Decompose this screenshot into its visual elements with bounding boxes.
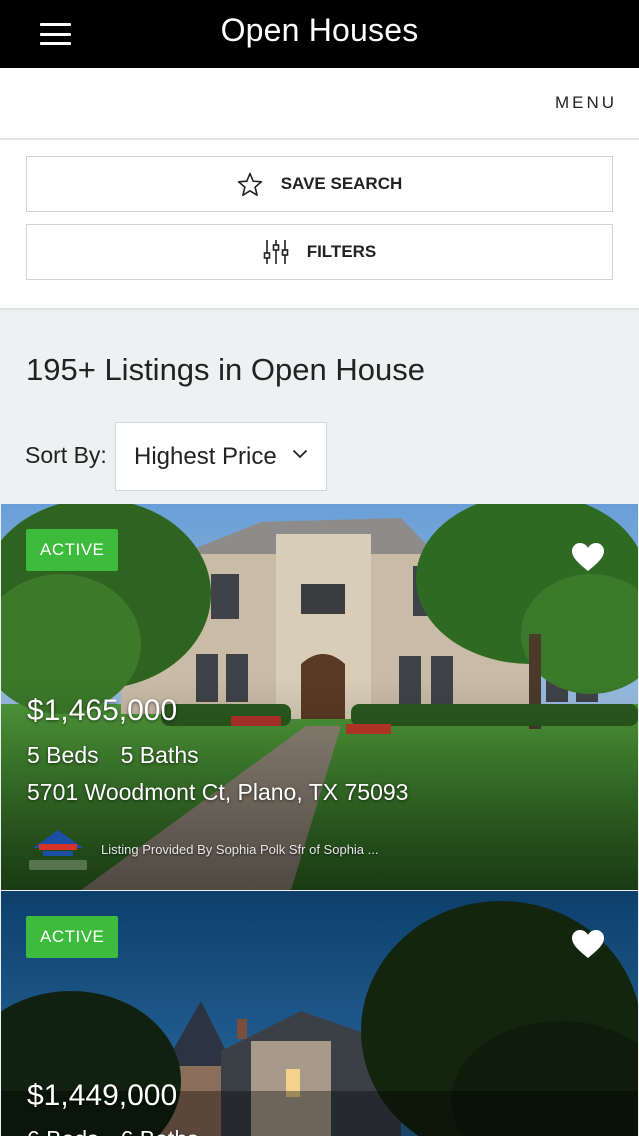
star-icon xyxy=(237,172,262,196)
sort-dropdown[interactable]: Highest Price xyxy=(115,422,327,491)
heart-icon[interactable] xyxy=(571,542,605,572)
chevron-down-icon xyxy=(292,449,308,459)
listing-provider: Listing Provided By Sophia Polk Sfr of S… xyxy=(101,842,379,857)
save-search-label: SAVE SEARCH xyxy=(280,174,403,193)
sort-selected-value: Highest Price xyxy=(134,443,277,470)
status-badge: ACTIVE xyxy=(26,916,119,958)
status-badge: ACTIVE xyxy=(26,529,119,571)
search-actions: SAVE SEARCH FILTERS xyxy=(0,140,639,310)
listing-price: $1,465,000 xyxy=(27,694,178,727)
ntreis-logo xyxy=(29,830,87,870)
listing-card[interactable]: ACTIVE $1,449,000 6 Beds 6 Baths xyxy=(1,891,638,1136)
listing-beds: 6 Beds xyxy=(27,1126,99,1136)
filters-label: FILTERS xyxy=(306,242,377,261)
listing-baths: 5 Baths xyxy=(120,742,199,768)
listing-card[interactable]: ACTIVE $1,465,000 5 Beds 5 Baths 5701 Woo… xyxy=(1,504,638,890)
sliders-icon xyxy=(263,240,289,264)
app-title: Open Houses xyxy=(220,12,419,48)
app-header: Open Houses xyxy=(0,0,639,68)
listing-price: $1,449,000 xyxy=(27,1079,178,1112)
listings-count-heading: 195+ Listings in Open House xyxy=(26,352,425,387)
listing-beds-baths: 5 Beds 5 Baths xyxy=(27,742,199,769)
save-search-button[interactable]: SAVE SEARCH xyxy=(26,156,613,212)
listing-baths: 6 Baths xyxy=(121,1126,199,1136)
sort-label: Sort By: xyxy=(25,442,107,468)
listing-address: 5701 Woodmont Ct, Plano, TX 75093 xyxy=(27,779,409,805)
menu-bar: MENU xyxy=(0,68,639,140)
listing-beds-baths: 6 Beds 6 Baths xyxy=(27,1126,199,1136)
filters-button[interactable]: FILTERS xyxy=(26,224,613,280)
heart-icon[interactable] xyxy=(571,929,605,959)
listing-beds: 5 Beds xyxy=(27,742,99,768)
menu-button[interactable]: MENU xyxy=(555,93,617,113)
